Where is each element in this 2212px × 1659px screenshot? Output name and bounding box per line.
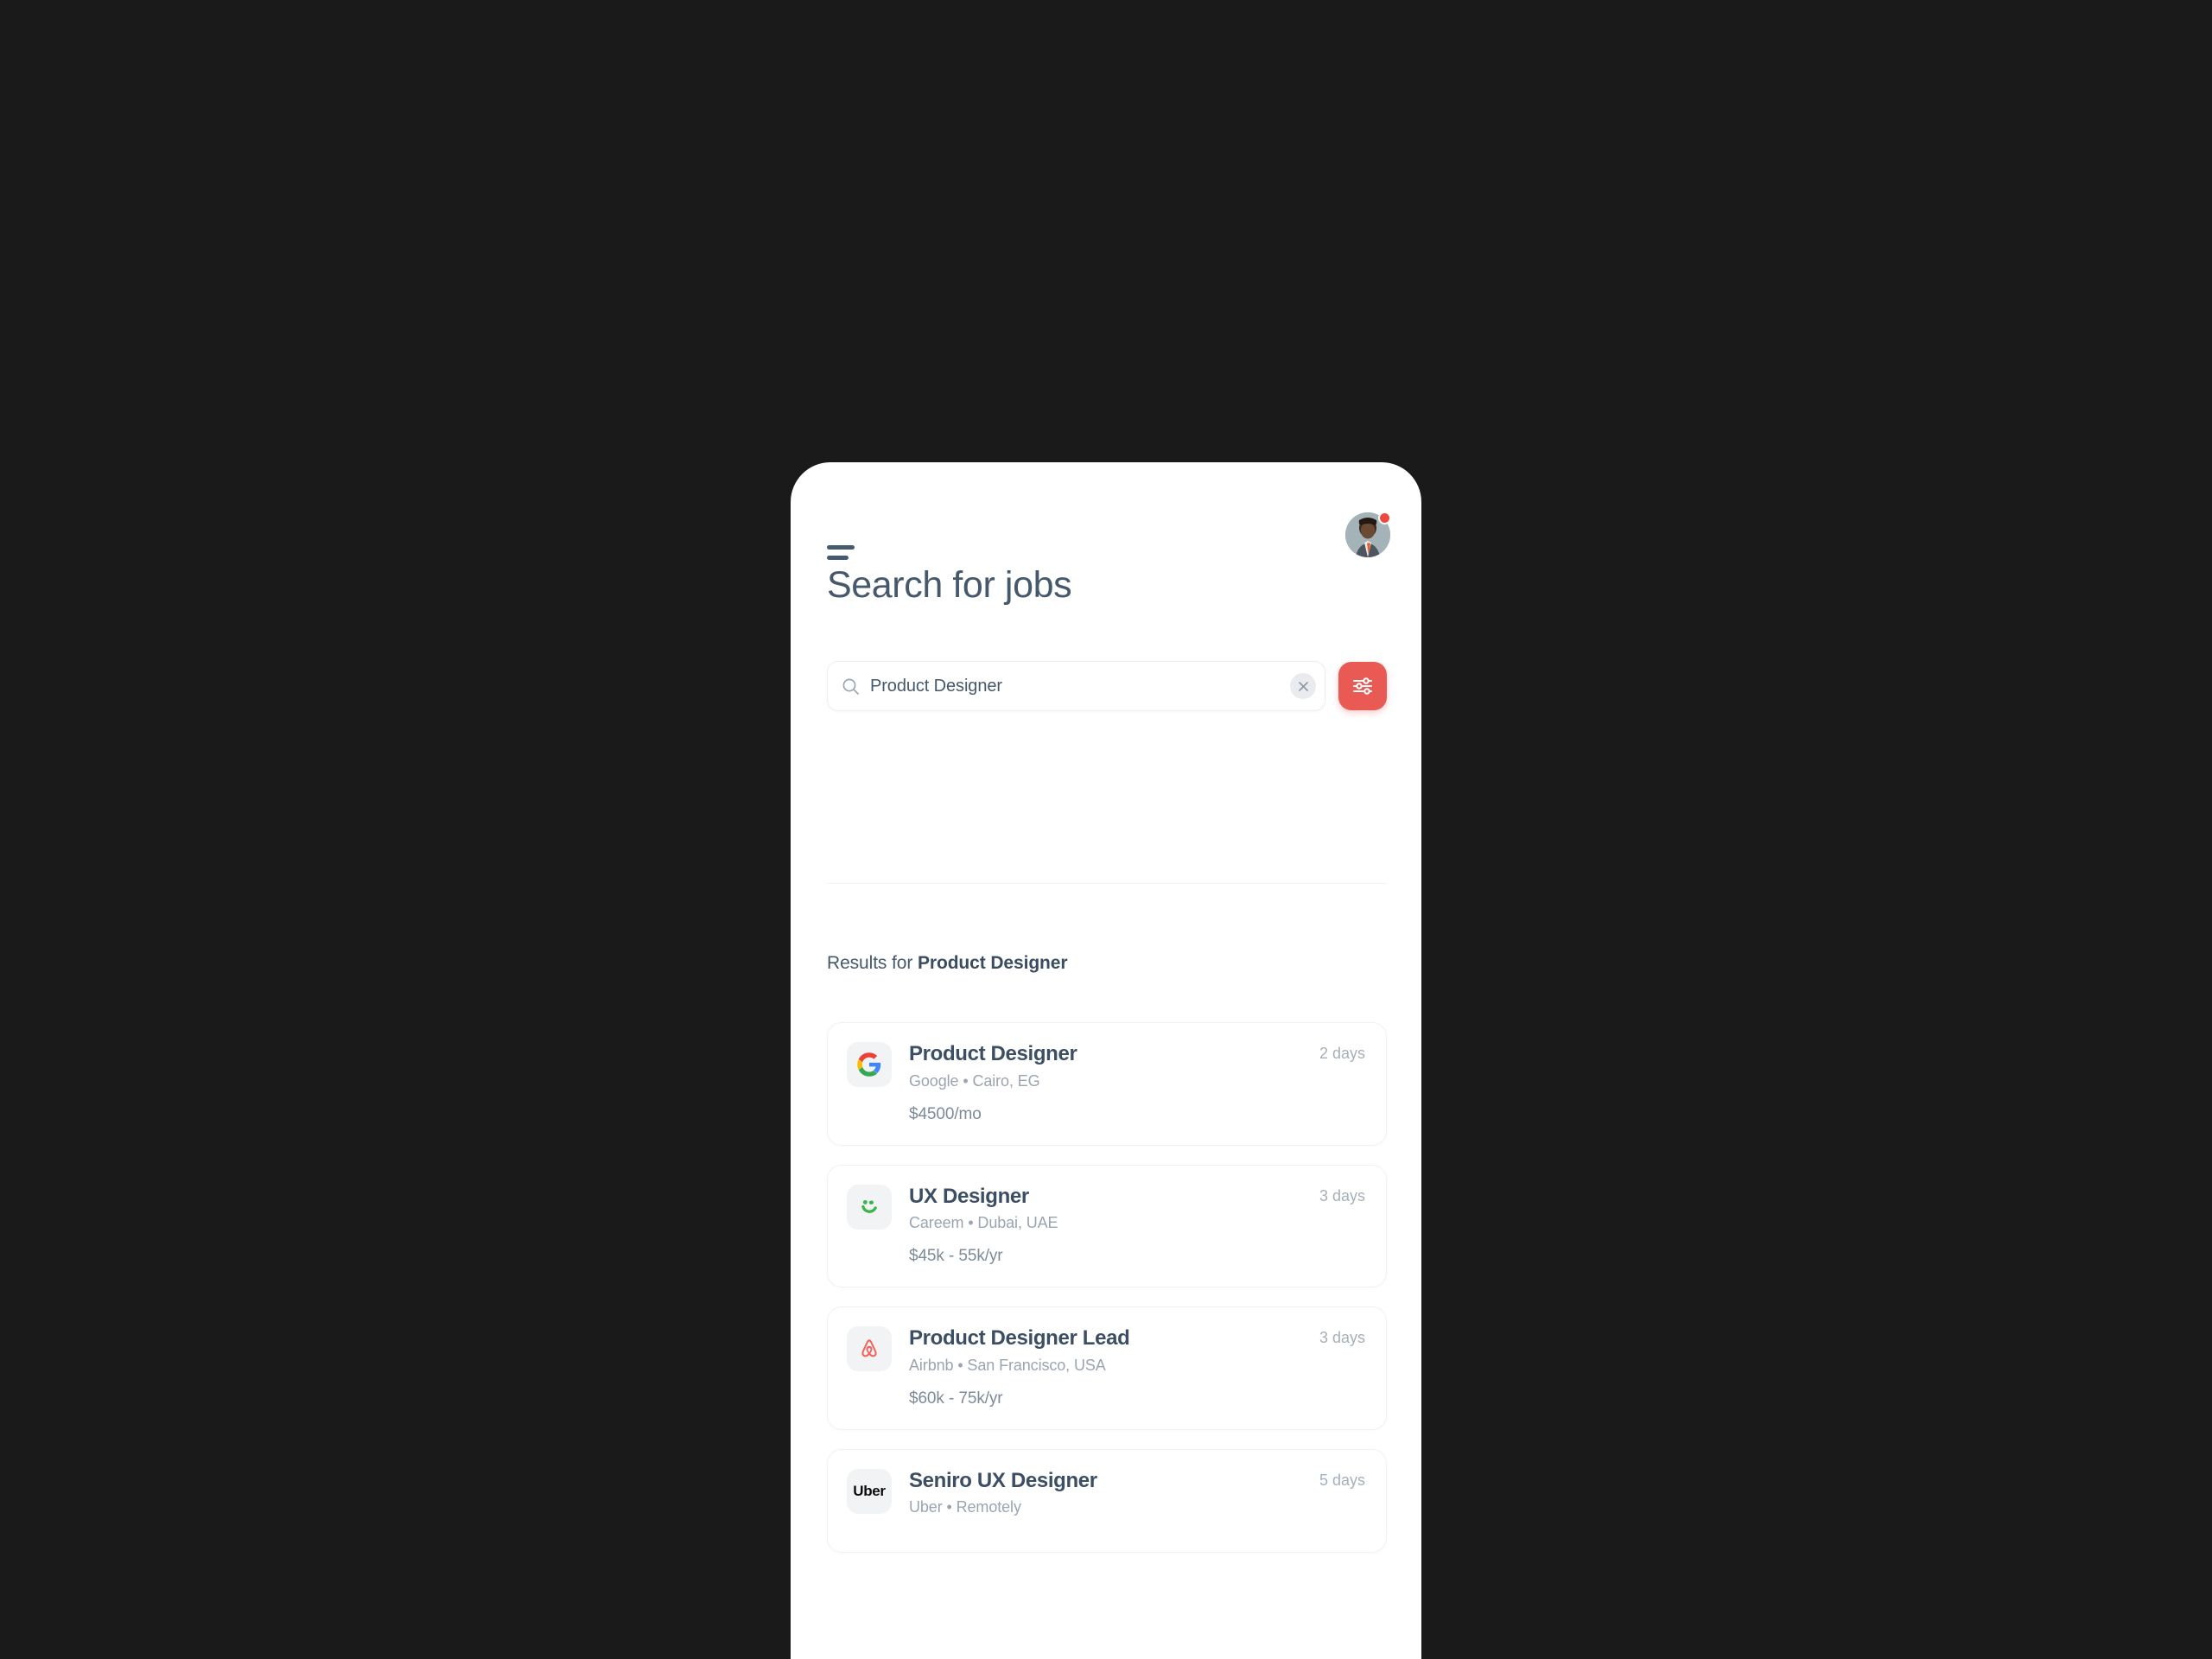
job-age: 3 days [1319, 1329, 1365, 1347]
job-details: UX Designer Careem • Dubai, UAE $45k - 5… [909, 1185, 1307, 1267]
airbnb-logo [847, 1326, 892, 1372]
screen-background: Search for jobs Product Designer Results… [0, 0, 2212, 1659]
page-title: Search for jobs [827, 564, 1072, 606]
job-salary: $45k - 55k/yr [909, 1247, 1003, 1266]
job-details: Seniro UX Designer Uber • Remotely [909, 1469, 1307, 1532]
job-details: Product Designer Google • Cairo, EG $450… [909, 1042, 1307, 1124]
search-row: Product Designer [827, 661, 1387, 711]
job-meta: Uber • Remotely [909, 1498, 1021, 1516]
section-divider [827, 883, 1387, 884]
uber-logo-text: Uber [853, 1482, 886, 1499]
job-salary: $60k - 75k/yr [909, 1389, 1003, 1408]
results-label-prefix: Results for [827, 953, 918, 973]
job-meta: Careem • Dubai, UAE [909, 1214, 1058, 1232]
close-icon[interactable] [1290, 673, 1316, 699]
search-input-value: Product Designer [870, 676, 1002, 696]
search-icon [842, 677, 860, 696]
job-meta: Google • Cairo, EG [909, 1071, 1040, 1090]
table-row[interactable]: Uber Seniro UX Designer Uber • Remotely … [827, 1448, 1387, 1554]
table-row[interactable]: Product Designer Google • Cairo, EG $450… [827, 1022, 1387, 1146]
job-age: 2 days [1319, 1045, 1365, 1062]
uber-logo: Uber [847, 1468, 892, 1514]
careem-logo [847, 1184, 892, 1230]
table-row[interactable]: UX Designer Careem • Dubai, UAE $45k - 5… [827, 1164, 1387, 1288]
table-row[interactable]: Product Designer Lead Airbnb • San Franc… [827, 1306, 1387, 1430]
job-age: 5 days [1319, 1471, 1365, 1489]
job-results-list: Product Designer Google • Cairo, EG $450… [827, 1022, 1387, 1572]
notification-dot [1378, 512, 1391, 524]
results-label: Results for Product Designer [827, 953, 1068, 974]
hamburger-menu-icon[interactable] [827, 545, 867, 563]
job-age: 3 days [1319, 1186, 1365, 1205]
job-title: UX Designer [909, 1184, 1029, 1208]
avatar[interactable] [1345, 512, 1391, 557]
job-title: Seniro UX Designer [909, 1468, 1097, 1492]
job-title: Product Designer [909, 1042, 1077, 1065]
google-logo [847, 1042, 892, 1087]
results-label-query: Product Designer [918, 953, 1068, 973]
job-salary: $4500/mo [909, 1104, 982, 1123]
job-title: Product Designer Lead [909, 1326, 1130, 1351]
filter-sliders-icon[interactable] [1338, 662, 1387, 710]
phone-frame: Search for jobs Product Designer Results… [791, 462, 1421, 1659]
job-details: Product Designer Lead Airbnb • San Franc… [909, 1326, 1307, 1408]
job-meta: Airbnb • San Francisco, USA [909, 1356, 1106, 1374]
search-input[interactable]: Product Designer [827, 661, 1325, 711]
